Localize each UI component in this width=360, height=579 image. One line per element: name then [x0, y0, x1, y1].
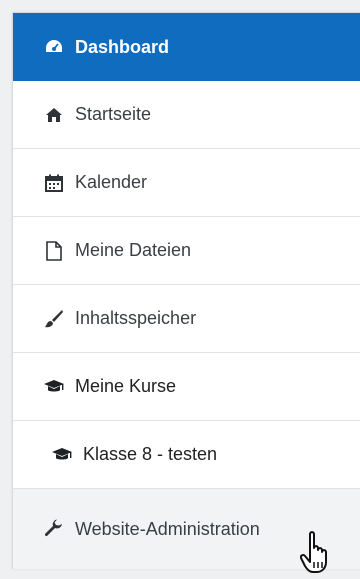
nav-item-klasse-8-testen[interactable]: Klasse 8 - testen [13, 421, 360, 489]
wrench-icon [43, 518, 65, 540]
nav-item-kalender[interactable]: Kalender [13, 149, 360, 217]
nav-item-label: Klasse 8 - testen [83, 444, 218, 464]
nav-item-label: Website-Administration [75, 518, 260, 539]
nav-item-dashboard[interactable]: Dashboard [13, 13, 360, 81]
nav-item-label: Kalender [75, 172, 148, 192]
nav-item-label: Meine Dateien [75, 240, 192, 260]
file-icon [43, 240, 65, 262]
graduation-cap-icon [51, 444, 73, 466]
graduation-cap-icon [43, 376, 65, 398]
nav-item-label: Meine Kurse [75, 376, 177, 396]
calendar-icon [43, 172, 65, 194]
brush-icon [43, 308, 65, 330]
nav-item-label: Dashboard [75, 36, 170, 57]
nav-item-label: Inhaltsspeicher [75, 308, 197, 328]
nav-item-website-administration[interactable]: Website-Administration [13, 489, 360, 569]
nav-item-meine-kurse[interactable]: Meine Kurse [13, 353, 360, 421]
dashboard-icon [43, 36, 65, 58]
nav-item-meine-dateien[interactable]: Meine Dateien [13, 217, 360, 285]
navigation-drawer: Dashboard Startseite Kalender Meine Date… [12, 12, 360, 569]
home-icon [43, 104, 65, 126]
nav-item-label: Startseite [75, 104, 152, 124]
nav-item-startseite[interactable]: Startseite [13, 81, 360, 149]
nav-item-inhaltsspeicher[interactable]: Inhaltsspeicher [13, 285, 360, 353]
